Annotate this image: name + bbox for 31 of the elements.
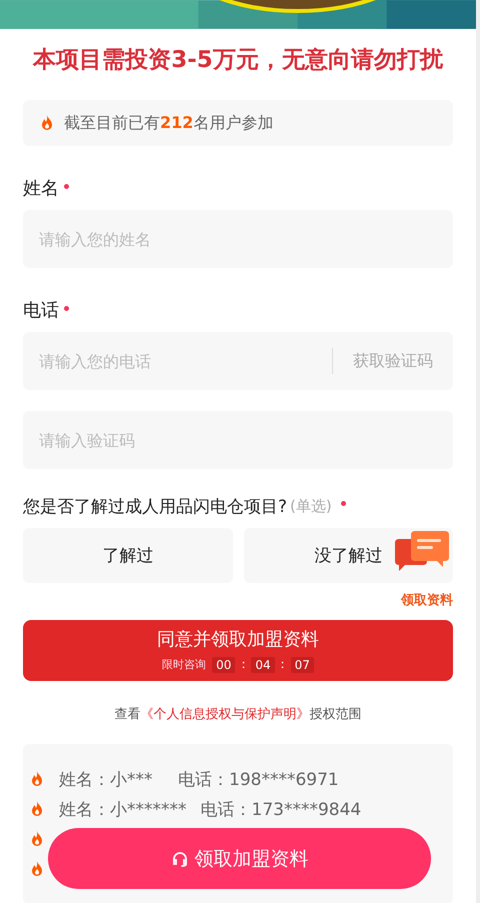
flame-icon: [29, 800, 45, 818]
record-phone: 电话：173****9844: [200, 798, 362, 820]
countdown-digits: 04: [251, 656, 275, 672]
countdown-label: 限时咨询: [162, 657, 206, 672]
chat-label: 领取资料: [401, 592, 453, 609]
flame-icon: [29, 830, 45, 848]
field-label: 姓名: [23, 177, 59, 201]
option-button[interactable]: 了解过: [23, 528, 232, 583]
field-label: 电话: [23, 299, 59, 323]
submit-label: 同意并领取加盟资料: [157, 628, 319, 652]
flame-icon: [29, 860, 45, 878]
agreement-text: 查看《个人信息授权与保护声明》授权范围: [114, 706, 362, 724]
question-hint: (单选): [290, 496, 332, 516]
policy-link[interactable]: 《个人信息授权与保护声明》: [140, 707, 310, 722]
input-field[interactable]: 请输入您的姓名: [23, 210, 453, 268]
countdown-colon: ：: [276, 656, 289, 673]
input-field[interactable]: 请输入验证码: [23, 411, 453, 469]
stats-text: 截至目前已有212名用户参加: [64, 112, 274, 134]
headset-icon: [170, 850, 188, 868]
question-text: 您是否了解过成人用品闪电仓项目?: [23, 496, 288, 518]
record-name: 姓名：小***: [59, 768, 154, 790]
record-phone: 电话：198****6971: [178, 768, 339, 790]
countdown-digits: 07: [290, 656, 314, 672]
record-name: 姓名：小*******: [59, 798, 186, 820]
flame-icon: [39, 114, 55, 132]
float-button[interactable]: 领取加盟资料: [48, 828, 431, 889]
headline: 本项目需投资3-5万元，无意向请勿打扰: [32, 46, 444, 75]
countdown-colon: ：: [237, 656, 250, 673]
flame-icon: [29, 770, 45, 788]
submit-button[interactable]: 同意并领取加盟资料 限时咨询 00 ： 04 ： 07: [23, 620, 453, 681]
countdown-digits: 00: [212, 656, 236, 672]
